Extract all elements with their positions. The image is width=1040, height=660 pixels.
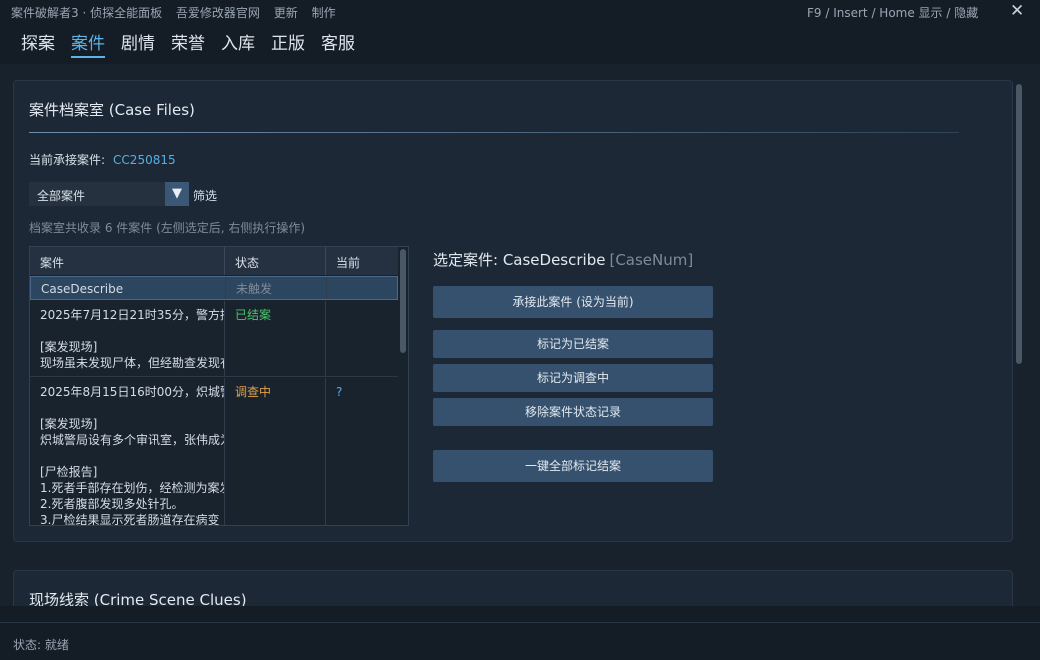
tab-explore[interactable]: 探案 — [21, 29, 55, 56]
case-line: 炽城警局设有多个审讯室，张伟成为 — [40, 433, 225, 447]
case-line — [40, 323, 224, 339]
case-filter-select[interactable]: 全部案件 ▼ — [29, 182, 189, 206]
table-row[interactable]: 2025年7月12日21时35分，警方接到 [案发现场] 现场虽未发现尸体，但经… — [30, 301, 398, 377]
content-area: 案件档案室 (Case Files) 当前承接案件: CC250815 全部案件 … — [0, 64, 1040, 606]
tab-genuine[interactable]: 正版 — [271, 29, 305, 56]
selected-case-title: 选定案件: CaseDescribe [CaseNum] — [433, 249, 693, 270]
official-site-link[interactable]: 吾爱修改器官网 — [176, 6, 260, 20]
table-row[interactable]: CaseDescribe 未触发 — [30, 276, 398, 300]
status-cell: 调查中 — [225, 378, 326, 525]
hotkey-hint: F9 / Insert / Home 显示 / 隐藏 — [807, 6, 979, 20]
mark-all-closed-button[interactable]: 一键全部标记结案 — [433, 450, 713, 482]
table-row[interactable]: 2025年8月15日16时00分，炽城警局 [案发现场] 炽城警局设有多个审讯室… — [30, 378, 398, 526]
case-table: 案件 状态 当前 CaseDescribe 未触发 2025年7月12日21时3… — [29, 246, 409, 526]
case-line: 2025年7月12日21时35分，警方接到 — [40, 308, 225, 322]
app-title: 案件破解者3 · 侦探全能面板 — [11, 6, 163, 20]
header-case[interactable]: 案件 — [30, 247, 225, 275]
case-line: [案发现场] — [40, 340, 98, 354]
table-header: 案件 状态 当前 — [30, 247, 398, 275]
header-status[interactable]: 状态 — [225, 247, 326, 275]
case-line: 现场虽未发现尸体，但经勘查发现有 — [40, 356, 225, 370]
case-cell: 2025年8月15日16时00分，炽城警局 [案发现场] 炽城警局设有多个审讯室… — [30, 378, 225, 526]
current-case-value: CC250815 — [113, 153, 176, 167]
clues-title: 现场线索 (Crime Scene Clues) — [29, 591, 247, 606]
update-link[interactable]: 更新 — [274, 6, 298, 20]
chevron-down-icon[interactable]: ▼ — [165, 182, 189, 206]
case-cell: 2025年7月12日21时35分，警方接到 [案发现场] 现场虽未发现尸体，但经… — [30, 301, 225, 376]
tab-support[interactable]: 客服 — [321, 29, 355, 56]
header-current[interactable]: 当前 — [326, 247, 398, 275]
current-cell — [327, 277, 397, 299]
filter-label: 筛选 — [193, 189, 218, 203]
tab-honor[interactable]: 荣誉 — [171, 29, 205, 56]
selected-case-num: [CaseNum] — [609, 251, 694, 269]
tab-cases[interactable]: 案件 — [71, 29, 105, 58]
crime-scene-clues-panel: 现场线索 (Crime Scene Clues) — [13, 570, 1013, 606]
selected-case-label: 选定案件: CaseDescribe — [433, 251, 606, 269]
status-bar: 状态: 就绪 — [0, 622, 1040, 660]
tab-story[interactable]: 剧情 — [121, 29, 155, 56]
case-line: [案发现场] — [40, 417, 98, 431]
main-scrollbar[interactable] — [1016, 84, 1022, 364]
case-line: 2.死者腹部发现多处针孔。 — [40, 497, 184, 511]
case-cell: CaseDescribe — [31, 277, 226, 299]
case-files-panel: 案件档案室 (Case Files) 当前承接案件: CC250815 全部案件 … — [13, 80, 1013, 542]
case-line: CaseDescribe — [41, 282, 124, 296]
status-cell: 已结案 — [225, 301, 326, 376]
case-count-text: 档案室共收录 6 件案件 (左侧选定后, 右侧执行操作) — [29, 221, 306, 235]
case-line — [40, 400, 224, 416]
remove-status-button[interactable]: 移除案件状态记录 — [433, 398, 713, 426]
mark-closed-button[interactable]: 标记为已结案 — [433, 330, 713, 358]
filter-selected-value: 全部案件 — [37, 189, 86, 203]
current-cell: ? — [336, 385, 343, 399]
case-line: 2025年8月15日16时00分，炽城警局 — [40, 385, 225, 399]
credits-link[interactable]: 制作 — [312, 6, 336, 20]
table-scrollbar[interactable] — [400, 249, 406, 353]
current-case-label: 当前承接案件: — [29, 153, 106, 167]
case-line: 1.死者手部存在划伤，经检测为案发 — [40, 481, 225, 495]
tab-storage[interactable]: 入库 — [221, 29, 255, 56]
title-menu: 案件破解者3 · 侦探全能面板 吾爱修改器官网 更新 制作 — [11, 4, 346, 21]
current-cell — [326, 301, 398, 376]
current-case-row: 当前承接案件: CC250815 — [29, 151, 176, 168]
case-line — [40, 448, 224, 464]
status-cell: 未触发 — [226, 277, 327, 299]
case-line: 3.尸检结果显示死者肠道存在病变 — [40, 513, 220, 526]
title-bar: 案件破解者3 · 侦探全能面板 吾爱修改器官网 更新 制作 F9 / Inser… — [0, 0, 1040, 24]
case-files-title: 案件档案室 (Case Files) — [29, 101, 195, 119]
status-text: 状态: 就绪 — [13, 638, 69, 652]
title-divider — [29, 132, 959, 133]
case-line: [尸检报告] — [40, 465, 98, 479]
mark-open-button[interactable]: 标记为调查中 — [433, 364, 713, 392]
accept-case-button[interactable]: 承接此案件 (设为当前) — [433, 286, 713, 318]
close-icon[interactable]: ✕ — [1010, 1, 1024, 21]
main-nav: 探案 案件 剧情 荣誉 入库 正版 客服 — [0, 24, 1040, 64]
